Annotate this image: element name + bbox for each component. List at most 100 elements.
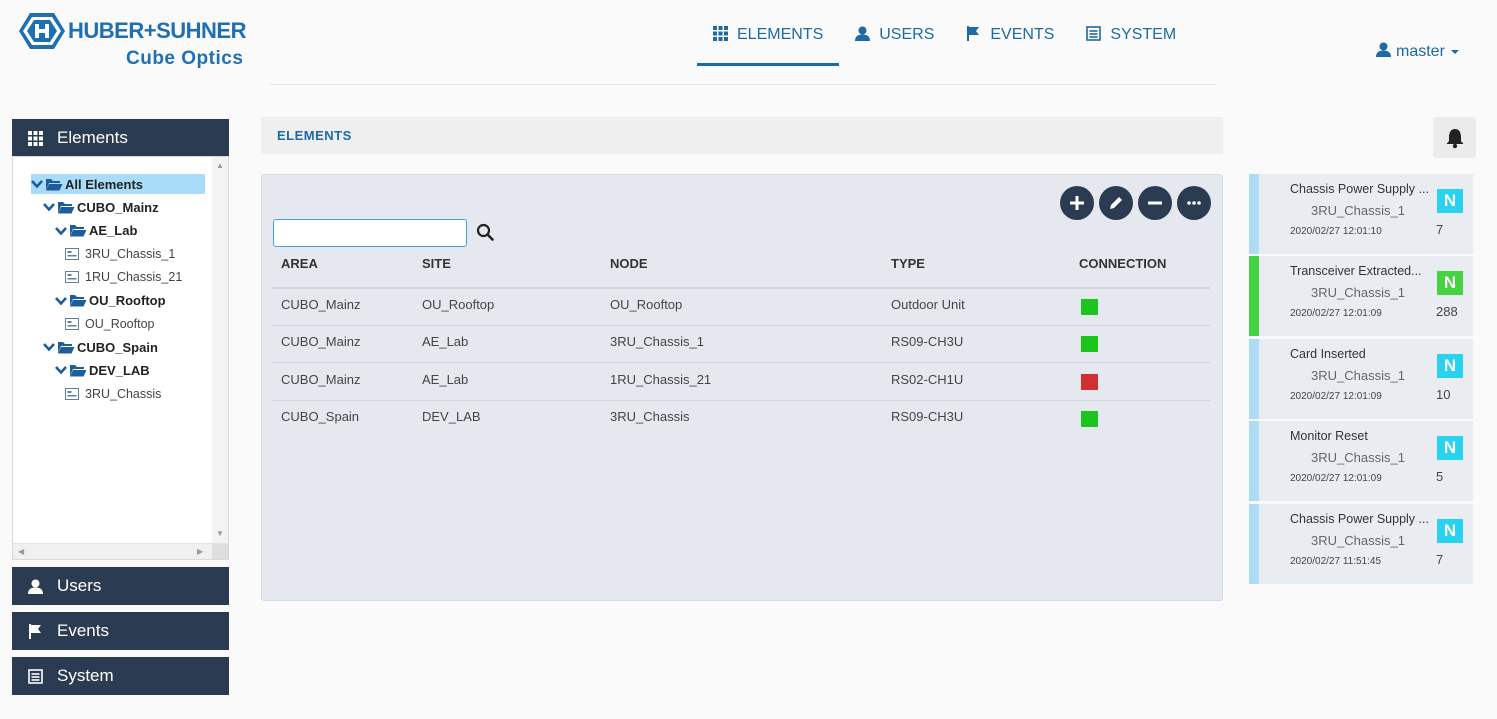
- event-node: 3RU_Chassis_1: [1311, 367, 1405, 383]
- column-header-type[interactable]: TYPE: [891, 256, 925, 271]
- event-card[interactable]: Chassis Power Supply ... 3RU_Chassis_1 202…: [1249, 503, 1473, 584]
- event-count: 288: [1436, 304, 1458, 320]
- table-cell-type: RS09-CH3U: [891, 334, 964, 350]
- section-title: ELEMENTS: [277, 128, 352, 143]
- table-cell-node: OU_Rooftop: [610, 297, 683, 312]
- edit-button[interactable]: [1099, 186, 1133, 220]
- tree-node-label: DEV_LAB: [89, 362, 150, 378]
- sidebar-events-button[interactable]: Events: [12, 612, 229, 650]
- connection-status-indicator: [1081, 299, 1098, 315]
- tree-folder-node[interactable]: CUBO_Spain: [43, 337, 158, 357]
- element-tree[interactable]: ▲ ▼ ◀ ▶ All Elements CUBO_Mainz AE_Lab 3RU_…: [12, 156, 229, 560]
- tree-folder-node[interactable]: AE_Lab: [55, 221, 137, 241]
- sidebar-events-label: Events: [57, 621, 109, 640]
- scroll-down-arrow-icon[interactable]: ▼: [216, 529, 224, 538]
- sidebar-elements-button[interactable]: Elements: [12, 119, 229, 157]
- folder-open-icon: [69, 364, 87, 377]
- nav-system-label: SYSTEM: [1110, 26, 1177, 43]
- event-new-badge: N: [1437, 436, 1463, 461]
- more-button[interactable]: [1177, 186, 1211, 220]
- flag-icon: [28, 623, 43, 639]
- device-icon: [65, 271, 79, 284]
- tree-folder-node[interactable]: OU_Rooftop: [55, 291, 166, 311]
- user-name: master: [1396, 43, 1445, 60]
- sidebar-users-label: Users: [57, 576, 102, 595]
- add-button[interactable]: [1060, 186, 1094, 220]
- scroll-right-arrow-icon[interactable]: ▶: [197, 547, 203, 556]
- event-card[interactable]: Transceiver Extracted... 3RU_Chassis_1 202…: [1249, 256, 1473, 337]
- table-cell-node: 3RU_Chassis_1: [610, 334, 704, 350]
- event-card[interactable]: Monitor Reset 3RU_Chassis_1 2020/02/27 12:…: [1249, 421, 1473, 502]
- scrollbar-corner: [212, 544, 228, 559]
- table-cell-node: 1RU_Chassis_21: [610, 371, 712, 387]
- notifications-button[interactable]: [1433, 117, 1476, 158]
- scroll-up-arrow-icon[interactable]: ▲: [216, 161, 224, 170]
- chevron-down-icon[interactable]: [31, 179, 43, 189]
- column-header-node[interactable]: NODE: [610, 256, 648, 271]
- table-row-divider: [272, 325, 1210, 326]
- column-header-connection[interactable]: CONNECTION: [1079, 256, 1166, 271]
- table-header-divider: [272, 287, 1210, 289]
- grid-icon: [713, 26, 728, 46]
- event-card[interactable]: Card Inserted 3RU_Chassis_1 2020/02/27 12:…: [1249, 338, 1473, 419]
- tree-node-label: AE_Lab: [89, 223, 138, 239]
- nav-system[interactable]: SYSTEM: [1070, 20, 1192, 66]
- chevron-down-icon[interactable]: [55, 365, 67, 375]
- remove-button[interactable]: [1138, 186, 1172, 220]
- tree-node-label: 1RU_Chassis_21: [85, 270, 183, 285]
- product-name: Cube Optics: [126, 48, 244, 69]
- brand-name: HUBER+SUHNER: [68, 18, 246, 43]
- tree-leaf-node[interactable]: 3RU_Chassis: [65, 384, 161, 404]
- column-header-site[interactable]: SITE: [422, 256, 451, 271]
- top-navigation: ELEMENTS USERS EVENTS SYSTEM: [697, 20, 1192, 66]
- event-card[interactable]: Chassis Power Supply ... 3RU_Chassis_1 202…: [1249, 174, 1473, 254]
- tree-node-label: 3RU_Chassis: [85, 386, 162, 401]
- ellipsis-icon: [1187, 201, 1201, 205]
- tree-leaf-node[interactable]: 3RU_Chassis_1: [65, 244, 175, 264]
- tree-folder-node[interactable]: All Elements: [31, 174, 205, 194]
- sidebar-users-button[interactable]: Users: [12, 567, 229, 605]
- tree-leaf-node[interactable]: OU_Rooftop: [65, 314, 154, 334]
- chevron-down-icon[interactable]: [43, 202, 55, 212]
- column-header-area[interactable]: AREA: [281, 256, 318, 271]
- tree-node-label: All Elements: [65, 176, 144, 192]
- search-input[interactable]: [273, 219, 467, 247]
- table-cell-area: CUBO_Mainz: [281, 334, 361, 350]
- chevron-down-icon[interactable]: [55, 226, 67, 236]
- flag-icon: [966, 26, 981, 46]
- event-node: 3RU_Chassis_1: [1311, 450, 1405, 466]
- user-menu[interactable]: master: [1376, 42, 1459, 62]
- nav-elements[interactable]: ELEMENTS: [697, 20, 840, 66]
- chevron-down-icon[interactable]: [55, 296, 67, 306]
- folder-open-icon: [45, 178, 63, 191]
- tree-horizontal-scrollbar[interactable]: ◀ ▶: [13, 543, 228, 559]
- table-cell-site: AE_Lab: [422, 334, 469, 350]
- section-header: ELEMENTS: [261, 117, 1223, 154]
- nav-users[interactable]: USERS: [839, 20, 950, 66]
- huber-suhner-logo-icon: [19, 13, 65, 49]
- list-icon: [1086, 26, 1102, 46]
- folder-open-icon: [57, 201, 75, 214]
- search-icon[interactable]: [476, 223, 494, 246]
- device-icon: [65, 387, 79, 400]
- scroll-left-arrow-icon[interactable]: ◀: [18, 547, 24, 556]
- event-timestamp: 2020/02/27 12:01:10: [1290, 226, 1382, 237]
- nav-events-label: EVENTS: [990, 26, 1055, 43]
- chevron-down-icon[interactable]: [43, 342, 55, 352]
- nav-events[interactable]: EVENTS: [950, 20, 1070, 66]
- event-count: 5: [1436, 469, 1444, 485]
- tree-node-label: OU_Rooftop: [85, 316, 155, 331]
- table-cell-type: RS02-CH1U: [891, 371, 964, 387]
- sidebar-system-button[interactable]: System: [12, 657, 229, 695]
- tree-leaf-node[interactable]: 1RU_Chassis_21: [65, 267, 182, 287]
- table-cell-site: DEV_LAB: [422, 408, 481, 424]
- tree-folder-node[interactable]: CUBO_Mainz: [43, 197, 159, 217]
- nav-elements-label: ELEMENTS: [737, 26, 824, 43]
- sidebar-system-label: System: [57, 666, 114, 685]
- table-cell-area: CUBO_Mainz: [281, 297, 361, 312]
- tree-folder-node[interactable]: DEV_LAB: [55, 360, 150, 380]
- event-count: 7: [1436, 551, 1444, 567]
- event-status-stripe: [1249, 256, 1259, 337]
- tree-vertical-scrollbar[interactable]: ▲ ▼: [212, 157, 228, 543]
- event-node: 3RU_Chassis_1: [1311, 532, 1405, 548]
